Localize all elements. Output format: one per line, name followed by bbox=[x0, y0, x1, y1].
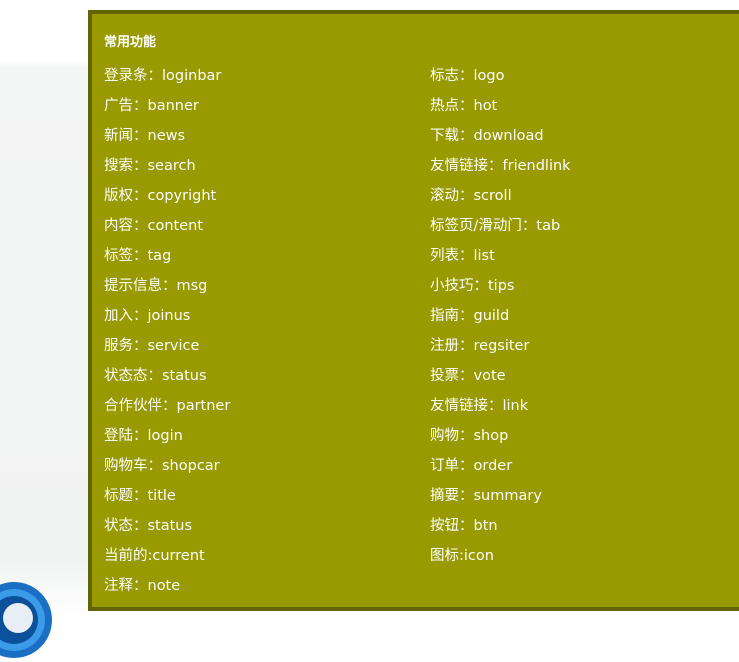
list-item: 小技巧：tips bbox=[430, 278, 515, 294]
list-item: 版权：copyright bbox=[104, 188, 217, 204]
list-item: 图标:icon bbox=[430, 548, 494, 564]
list-item: 状态：status bbox=[104, 518, 193, 534]
list-item: 列表：list bbox=[430, 248, 495, 264]
list-item: 热点：hot bbox=[430, 98, 498, 114]
common-functions-panel: 常用功能 登录条：loginbar 广告：banner 新闻：news 搜索：s… bbox=[88, 10, 739, 611]
list-item: 新闻：news bbox=[104, 128, 186, 144]
list-item: 登陆：login bbox=[104, 428, 183, 444]
list-item: 服务：service bbox=[104, 338, 200, 354]
list-item: 标题：title bbox=[104, 488, 176, 504]
list-item: 下载：download bbox=[430, 128, 544, 144]
list-item: 内容：content bbox=[104, 218, 204, 234]
list-item: 按钮：btn bbox=[430, 518, 498, 534]
left-column: 登录条：loginbar 广告：banner 新闻：news 搜索：search… bbox=[104, 64, 230, 604]
right-column: 标志：logo 热点：hot 下载：download 友情链接：friendli… bbox=[430, 64, 571, 574]
panel-title: 常用功能 bbox=[104, 35, 157, 50]
list-item: 订单：order bbox=[430, 458, 513, 474]
list-item: 加入：joinus bbox=[104, 308, 191, 324]
list-item: 友情链接：link bbox=[430, 398, 529, 414]
list-item: 购物：shop bbox=[430, 428, 509, 444]
list-item: 状态态：status bbox=[104, 368, 207, 384]
list-item: 购物车：shopcar bbox=[104, 458, 220, 474]
list-item: 指南：guild bbox=[430, 308, 510, 324]
list-item: 提示信息：msg bbox=[104, 278, 208, 294]
partial-logo-icon bbox=[0, 582, 52, 658]
list-item: 登录条：loginbar bbox=[104, 68, 222, 84]
list-item: 搜索：search bbox=[104, 158, 196, 174]
list-item: 摘要：summary bbox=[430, 488, 542, 504]
list-item: 投票：vote bbox=[430, 368, 506, 384]
left-background bbox=[0, 0, 88, 618]
list-item: 滚动：scroll bbox=[430, 188, 512, 204]
list-item: 合作伙伴：partner bbox=[104, 398, 231, 414]
list-item: 标签：tag bbox=[104, 248, 172, 264]
list-item: 当前的:current bbox=[104, 548, 205, 564]
list-item: 标志：logo bbox=[430, 68, 505, 84]
list-item: 注册：regsiter bbox=[430, 338, 530, 354]
list-item: 友情链接：friendlink bbox=[430, 158, 571, 174]
list-item: 注释：note bbox=[104, 578, 181, 594]
list-item: 广告：banner bbox=[104, 98, 199, 114]
list-item: 标签页/滑动门：tab bbox=[430, 218, 561, 234]
